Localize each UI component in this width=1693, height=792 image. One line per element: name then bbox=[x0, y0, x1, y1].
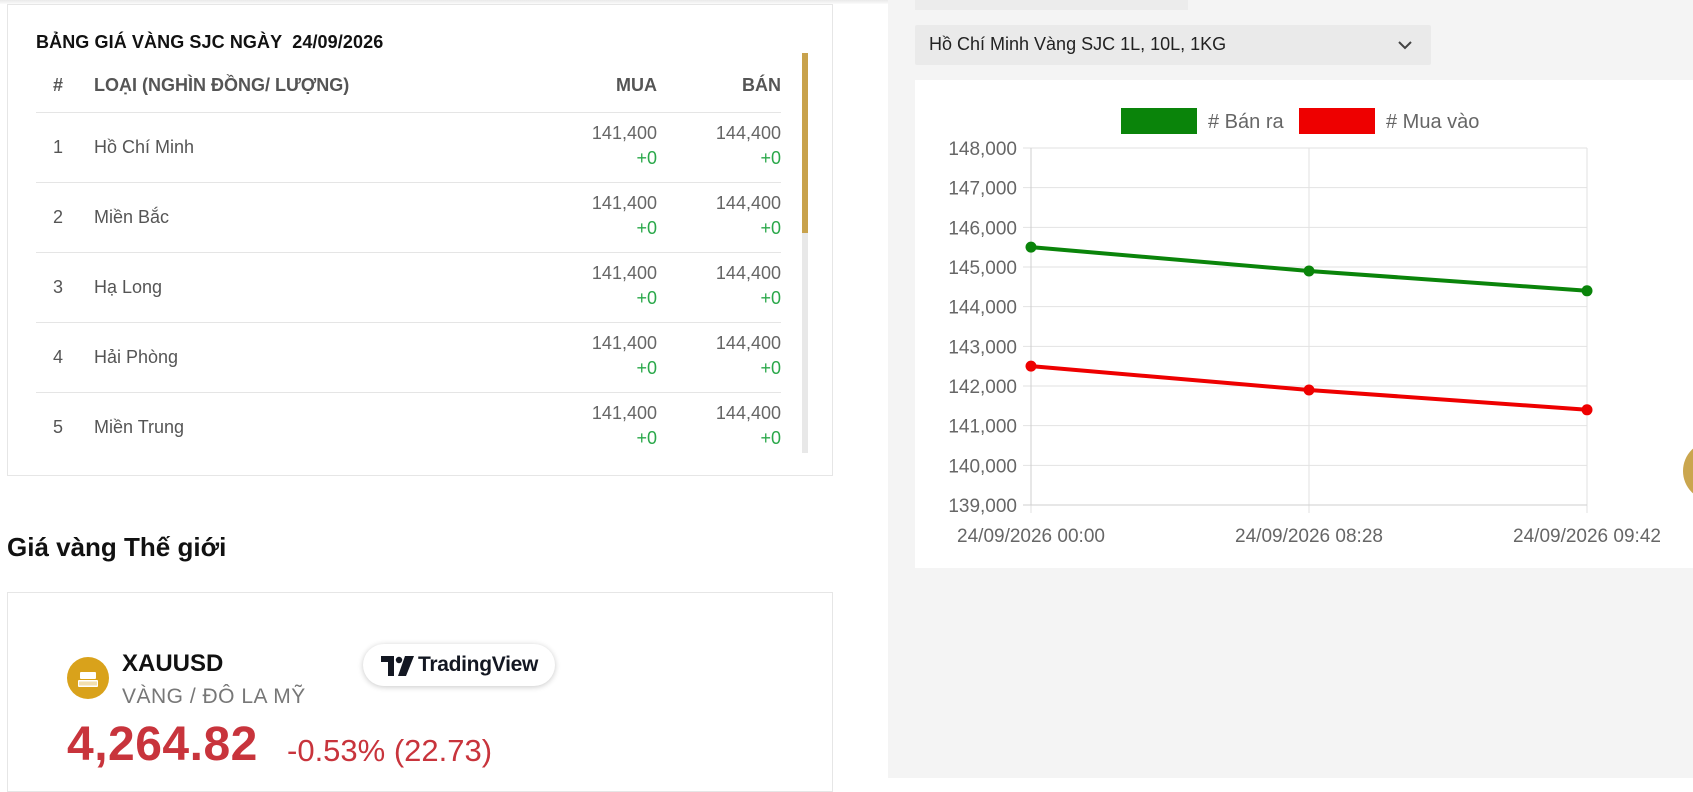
x-tick-label: 24/09/2026 08:28 bbox=[1235, 526, 1383, 547]
table-scrollbar-thumb[interactable] bbox=[802, 53, 808, 233]
y-tick-label: 141,000 bbox=[948, 417, 1017, 438]
symbol-description: VÀNG / ĐÔ LA MỸ bbox=[122, 685, 306, 708]
y-tick-label: 139,000 bbox=[948, 496, 1017, 517]
header-index: # bbox=[53, 75, 64, 95]
buy-price: 141,400 bbox=[591, 333, 657, 353]
y-tick-label: 148,000 bbox=[948, 139, 1017, 160]
gold-price-change: -0.53% (22.73) bbox=[287, 733, 493, 768]
symbol-name[interactable]: XAUUSD bbox=[122, 650, 223, 678]
sell-price: 144,400 bbox=[715, 123, 781, 143]
sell-price: 144,400 bbox=[715, 193, 781, 213]
buy-price: 141,400 bbox=[591, 403, 657, 423]
sell-change: +0 bbox=[760, 358, 781, 378]
table-row: 2 Miền Bắc 141,400 +0 144,400 +0 bbox=[36, 183, 781, 253]
row-index: 4 bbox=[53, 347, 64, 367]
header-sell: BÁN bbox=[742, 75, 781, 95]
buy-change: +0 bbox=[636, 288, 657, 308]
header-type: LOẠI (NGHÌN ĐỒNG/ LƯỢNG) bbox=[94, 75, 350, 95]
row-name: Miền Bắc bbox=[94, 207, 170, 227]
x-tick-label: 24/09/2026 00:00 bbox=[957, 526, 1105, 547]
sell-price: 144,400 bbox=[715, 333, 781, 353]
table-row: 4 Hải Phòng 141,400 +0 144,400 +0 bbox=[36, 323, 781, 393]
tradingview-badge[interactable]: TradingView bbox=[363, 644, 555, 686]
sjc-table-title: BẢNG GIÁ VÀNG SJC NGÀY 24/09/2026 bbox=[36, 32, 383, 53]
tab-placeholder bbox=[915, 0, 1188, 10]
y-tick-label: 144,000 bbox=[948, 298, 1017, 319]
buy-change: +0 bbox=[636, 218, 657, 238]
sell-change: +0 bbox=[760, 288, 781, 308]
row-index: 3 bbox=[53, 277, 64, 297]
row-sell: 144,400 +0 bbox=[716, 331, 781, 381]
row-sell: 144,400 +0 bbox=[716, 401, 781, 451]
sell-change: +0 bbox=[760, 428, 781, 448]
buy-change: +0 bbox=[636, 428, 657, 448]
buy-change: +0 bbox=[636, 358, 657, 378]
sell-change: +0 bbox=[760, 218, 781, 238]
y-tick-label: 146,000 bbox=[948, 218, 1017, 239]
row-buy: 141,400 +0 bbox=[592, 261, 657, 311]
sell-change: +0 bbox=[760, 148, 781, 168]
data-point bbox=[1581, 404, 1593, 416]
price-chart: 148,000 147,000 146,000 145,000 144,000 143,0… bbox=[948, 108, 1661, 547]
y-tick-label: 140,000 bbox=[948, 456, 1017, 477]
row-name: Miền Trung bbox=[94, 417, 185, 437]
row-sell: 144,400 +0 bbox=[716, 121, 781, 171]
location-select[interactable]: Hồ Chí Minh Vàng SJC 1L, 10L, 1KG bbox=[915, 25, 1431, 65]
buy-price: 141,400 bbox=[591, 193, 657, 213]
row-name: Hải Phòng bbox=[94, 347, 179, 367]
legend-swatch bbox=[1299, 108, 1375, 134]
table-row: 5 Miền Trung 141,400 +0 144,400 +0 bbox=[36, 393, 781, 462]
price-chart-card: 148,000 147,000 146,000 145,000 144,000 143,0… bbox=[915, 80, 1693, 568]
x-tick-label: 24/09/2026 09:42 bbox=[1513, 526, 1661, 547]
table-row: 1 Hồ Chí Minh 141,400 +0 144,400 +0 bbox=[36, 113, 781, 183]
y-tick-label: 142,000 bbox=[948, 377, 1017, 398]
buy-price: 141,400 bbox=[591, 263, 657, 283]
data-point bbox=[1303, 265, 1315, 277]
chevron-down-icon bbox=[1398, 41, 1412, 50]
sjc-table-header: # LOẠI (NGHÌN ĐỒNG/ LƯỢNG) MUA BÁN bbox=[36, 69, 781, 113]
sell-price: 144,400 bbox=[715, 403, 781, 423]
row-name: Hồ Chí Minh bbox=[94, 137, 195, 157]
header-buy: MUA bbox=[616, 75, 657, 95]
row-index: 2 bbox=[53, 207, 64, 227]
legend-swatch bbox=[1121, 108, 1197, 134]
row-sell: 144,400 +0 bbox=[716, 261, 781, 311]
sjc-price-card: BẢNG GIÁ VÀNG SJC NGÀY 24/09/2026 # LOẠI … bbox=[7, 4, 833, 476]
location-select-value: Hồ Chí Minh Vàng SJC 1L, 10L, 1KG bbox=[929, 34, 1227, 54]
gold-price: 4,264.82 bbox=[67, 718, 258, 771]
sjc-table-body: 1 Hồ Chí Minh 141,400 +0 144,400 +0 2 Miền… bbox=[36, 113, 781, 462]
buy-price: 141,400 bbox=[591, 123, 657, 143]
row-index: 5 bbox=[53, 417, 64, 437]
row-sell: 144,400 +0 bbox=[716, 191, 781, 241]
row-index: 1 bbox=[53, 137, 64, 157]
world-gold-heading: Giá vàng Thế giới bbox=[7, 532, 227, 562]
legend-label: # Bán ra bbox=[1208, 111, 1284, 133]
sjc-title-text: BẢNG GIÁ VÀNG SJC NGÀY bbox=[36, 32, 283, 52]
row-name: Hạ Long bbox=[94, 277, 163, 297]
sjc-title-date: 24/09/2026 bbox=[292, 32, 384, 52]
tradingview-logo-icon bbox=[381, 656, 414, 676]
row-buy: 141,400 +0 bbox=[592, 331, 657, 381]
data-point bbox=[1025, 241, 1037, 253]
gold-bars-icon bbox=[67, 657, 109, 699]
table-row: 3 Hạ Long 141,400 +0 144,400 +0 bbox=[36, 253, 781, 323]
sell-price: 144,400 bbox=[715, 263, 781, 283]
row-buy: 141,400 +0 bbox=[592, 191, 657, 241]
y-tick-label: 145,000 bbox=[948, 258, 1017, 279]
world-gold-widget[interactable]: XAUUSD VÀNG / ĐÔ LA MỸ TradingView 4,264… bbox=[7, 592, 833, 792]
row-buy: 141,400 +0 bbox=[592, 121, 657, 171]
buy-change: +0 bbox=[636, 148, 657, 168]
y-tick-label: 143,000 bbox=[948, 337, 1017, 358]
tradingview-label: TradingView bbox=[418, 653, 539, 676]
legend-label: # Mua vào bbox=[1386, 111, 1479, 133]
row-buy: 141,400 +0 bbox=[592, 401, 657, 451]
data-point bbox=[1303, 384, 1315, 396]
y-tick-label: 147,000 bbox=[948, 179, 1017, 200]
data-point bbox=[1025, 360, 1037, 372]
data-point bbox=[1581, 285, 1593, 297]
